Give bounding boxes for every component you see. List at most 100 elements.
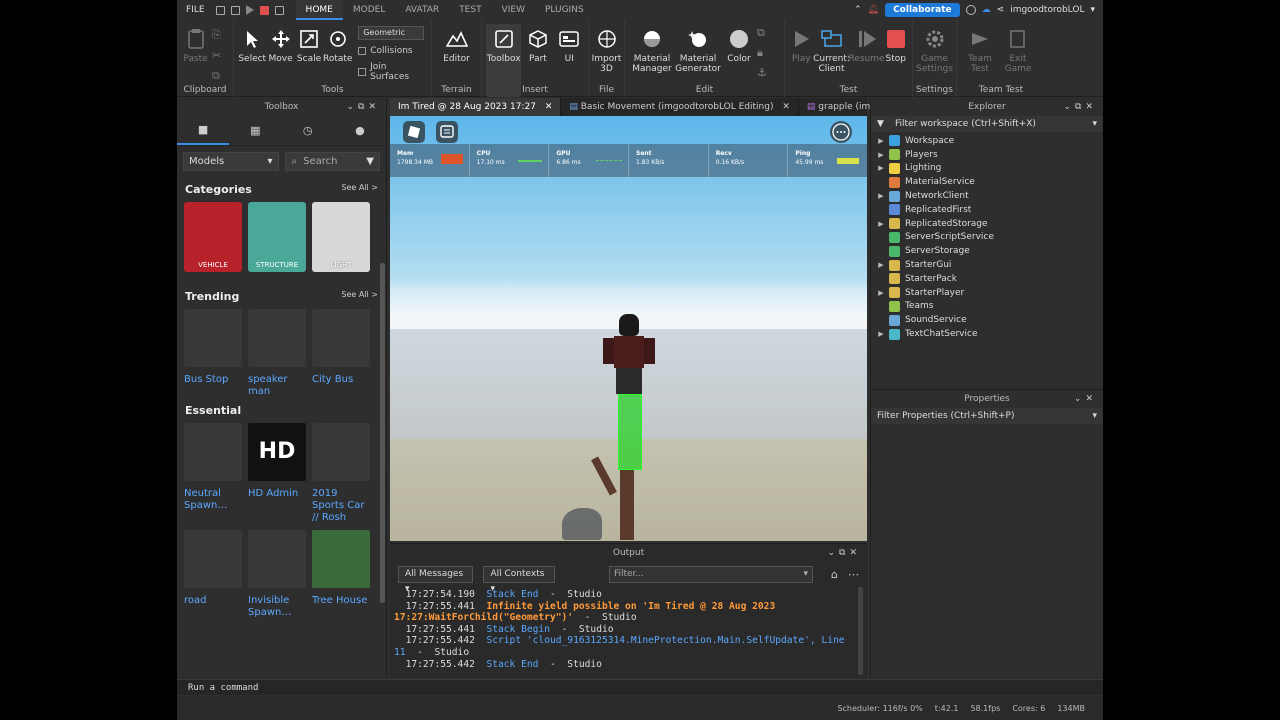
explorer-item[interactable]: ▶ Workspace [871,134,1103,148]
more-options-icon[interactable] [830,121,852,143]
notification-icon[interactable]: 🔔︎ [868,5,879,15]
chevron-down-icon[interactable]: ▾ [1090,5,1095,15]
list-item[interactable]: speaker man [248,309,306,398]
see-all-link[interactable]: See All > [341,290,378,303]
category-structure[interactable]: STRUCTURE [248,202,306,272]
expand-arrow-icon[interactable]: ▶ [871,220,885,228]
expand-arrow-icon[interactable]: ▶ [871,151,885,159]
anchor-icon[interactable]: ⚓︎ [757,66,767,79]
tab-model[interactable]: MODEL [343,0,395,20]
tab-test[interactable]: TEST [449,0,491,20]
expand-arrow-icon[interactable]: ▶ [871,137,885,145]
tab-game[interactable]: Im Tired @ 28 Aug 2023 17:27 ✕ [390,98,562,116]
explorer-item[interactable]: MaterialService [871,175,1103,189]
tab-plugins[interactable]: PLUGINS [535,0,594,20]
category-select[interactable]: Models ▾ [183,152,279,171]
chat-icon[interactable] [436,121,458,143]
expand-arrow-icon[interactable]: ▶ [871,164,885,172]
tab-view[interactable]: VIEW [492,0,535,20]
expand-arrow-icon[interactable]: ▶ [871,330,885,338]
username[interactable]: imgoodtorobLOL [1010,5,1084,15]
list-item[interactable]: road [184,530,242,619]
category-light[interactable]: LIGHT [312,202,370,272]
play-icon[interactable] [245,5,254,15]
close-icon[interactable]: ✕ [545,102,553,112]
list-item[interactable]: 2019 Sports Car // Rosh [312,423,370,524]
expand-arrow-icon[interactable]: ▶ [871,261,885,269]
chevron-down-icon[interactable]: ▾ [1092,408,1097,424]
panel-controls[interactable]: ⌄⧉✕ [827,544,861,562]
list-item[interactable]: Invisible Spawn… [248,530,306,619]
expand-arrow-icon[interactable]: ▶ [871,192,885,200]
status-memory: 134MB [1057,704,1085,713]
chevron-down-icon[interactable]: ▾ [1092,116,1097,132]
copy-icon[interactable]: ⎘ [212,28,221,42]
list-item[interactable]: Tree House [312,530,370,619]
toolbox-scrollbar[interactable] [380,263,385,603]
messages-filter-select[interactable]: All Messages ▾ [398,566,474,594]
explorer-item[interactable]: ▶ Lighting [871,162,1103,176]
explorer-filter-input[interactable]: ▼ Filter workspace (Ctrl+Shift+X) ▾ [871,116,1103,132]
explorer-item[interactable]: ▶ StarterPlayer [871,286,1103,300]
explorer-item[interactable]: ▶ NetworkClient [871,189,1103,203]
explorer-item[interactable]: ▶ TextChatService [871,327,1103,341]
command-bar[interactable]: Run a command [177,679,1103,695]
stop-icon[interactable] [259,5,269,15]
see-all-link[interactable]: See All > [341,183,378,196]
tab-home[interactable]: HOME [295,0,343,20]
game-viewport[interactable]: Mem 1798.34 MB CPU 17.10 ms GPU 6.86 ms Sen… [390,116,867,541]
expand-arrow-icon[interactable]: ▶ [871,289,885,297]
filter-icon[interactable]: ▼ [366,153,374,170]
panel-controls[interactable]: ⌄⧉✕ [1063,98,1097,116]
explorer-item[interactable]: ReplicatedFirst [871,203,1103,217]
explorer-item[interactable]: ▶ ReplicatedStorage [871,217,1103,231]
tab-avatar[interactable]: AVATAR [395,0,449,20]
help-icon[interactable] [965,5,976,15]
tab-script[interactable]: ▤ Basic Movement (imgoodtorobLOL Editing… [561,98,799,116]
contexts-filter-select[interactable]: All Contexts ▾ [483,566,555,594]
tab-creations[interactable]: ● [334,116,386,145]
list-item[interactable]: Neutral Spawn… [184,423,242,524]
output-filter-input[interactable]: Filter... ▾ [608,566,814,583]
chevron-up-icon[interactable]: ⌃ [854,5,862,15]
tab-recent[interactable]: ◷ [282,116,334,145]
publish-icon[interactable] [230,5,240,15]
more-icon[interactable]: ⋯ [848,568,859,581]
lock-icon[interactable]: 🔒︎ [757,46,767,60]
selection-part[interactable] [618,394,642,470]
panel-controls[interactable]: ⌄⧉✕ [346,98,380,116]
output-scrollbar[interactable] [858,587,863,675]
file-menu[interactable]: FILE [177,5,214,15]
collaborate-button[interactable]: Collaborate [885,3,960,17]
search-input[interactable]: ⌕ Search ▼ [284,152,380,171]
tab-marketplace[interactable]: ■ [177,116,230,145]
collisions-checkbox[interactable]: Collisions [358,46,427,56]
group-icon[interactable]: ⧉ [757,26,767,40]
explorer-item[interactable]: ServerScriptService [871,231,1103,245]
transform-mode-select[interactable]: Geometric [358,26,425,40]
list-item[interactable]: City Bus [312,309,370,398]
cut-icon[interactable]: ✂ [212,49,221,62]
explorer-item[interactable]: ▶ Players [871,148,1103,162]
save-icon[interactable] [215,5,225,15]
status-time: t:42.1 [934,704,959,713]
category-vehicle[interactable]: VEHICLE [184,202,242,272]
explorer-item[interactable]: SoundService [871,313,1103,327]
tab-inventory[interactable]: ▦ [229,116,281,145]
list-item[interactable]: HD HD Admin [248,423,306,524]
share-icon[interactable]: ⋖ [997,5,1005,15]
roblox-menu-icon[interactable] [403,121,425,143]
explorer-item[interactable]: ▶ StarterGui [871,258,1103,272]
explorer-item[interactable]: Teams [871,300,1103,314]
explorer-item[interactable]: StarterPack [871,272,1103,286]
duplicate-icon[interactable]: ⧉ [212,69,221,83]
explorer-item[interactable]: ServerStorage [871,244,1103,258]
list-item[interactable]: Bus Stop [184,309,242,398]
properties-filter-input[interactable]: Filter Properties (Ctrl+Shift+P) ▾ [871,408,1103,424]
clear-output-icon[interactable]: ⌂ [831,568,838,581]
join-surfaces-checkbox[interactable]: Join Surfaces [358,62,427,82]
cloud-icon[interactable]: ☁ [982,5,991,15]
close-icon[interactable]: ✕ [782,102,790,112]
undo-icon[interactable] [274,5,284,15]
panel-controls[interactable]: ⌄✕ [1074,390,1097,408]
